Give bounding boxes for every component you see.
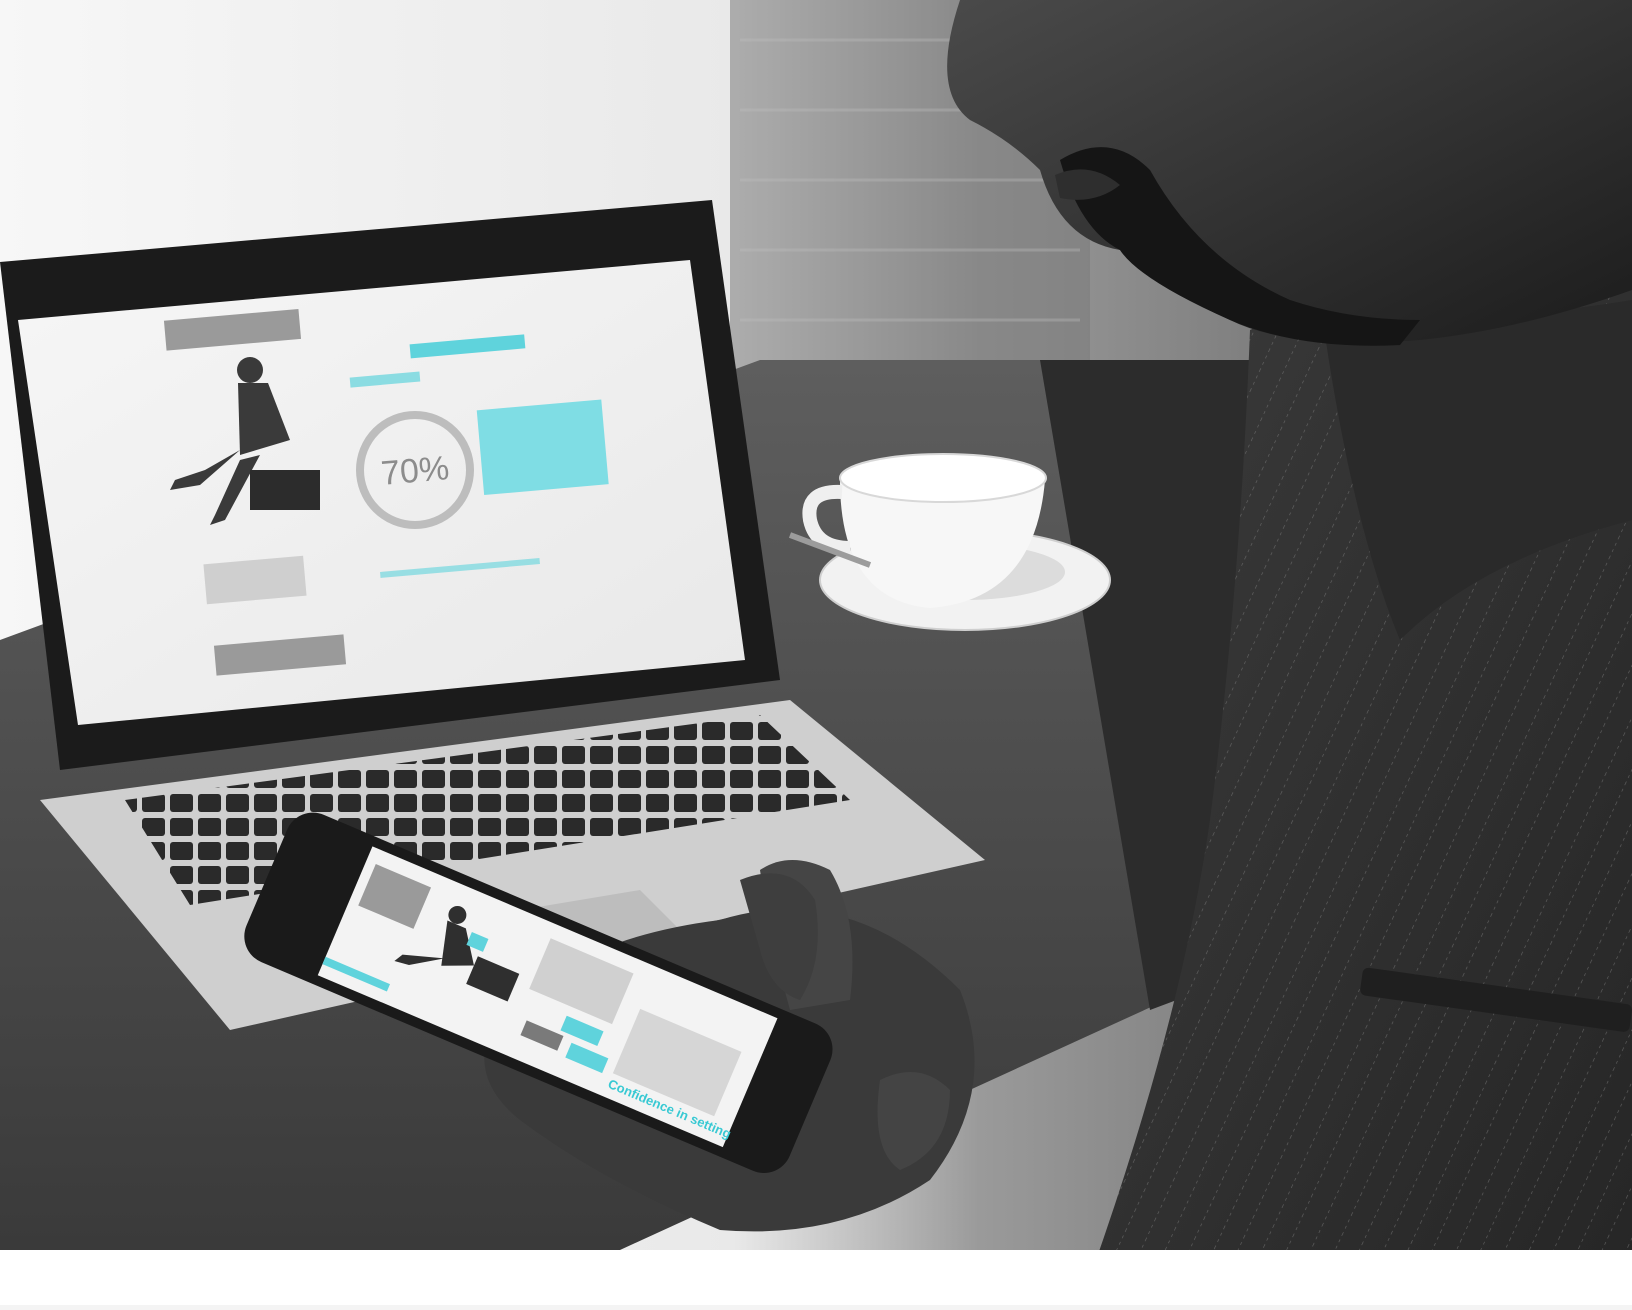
photo-scene: 70% Confidence in setting [0, 0, 1632, 1305]
screen-accent-panel [476, 399, 609, 496]
laptop-screen [18, 260, 745, 725]
screen-progress-label: 70% [380, 449, 451, 493]
bottom-white-band [0, 1250, 1632, 1305]
